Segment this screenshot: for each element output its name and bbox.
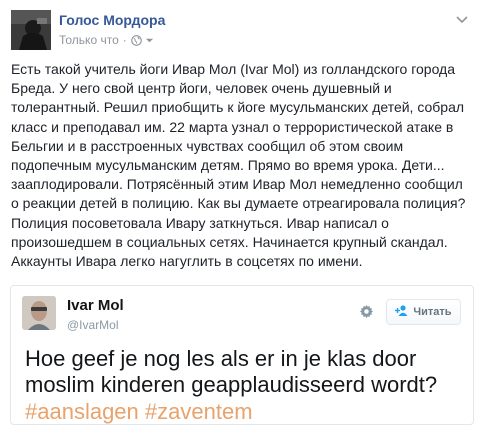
tweet-hashtags: #aanslagen #zaventem	[25, 399, 253, 425]
page-avatar[interactable]	[11, 10, 51, 50]
hashtag-link[interactable]: #aanslagen	[25, 399, 139, 424]
globe-icon[interactable]	[130, 34, 142, 46]
post-meta: Только что ·	[59, 33, 154, 47]
facebook-post: Голос Мордора Только что · Есть такой уч…	[0, 0, 484, 431]
post-text: Есть такой учитель йоги Ивар Мол (Ivar M…	[11, 61, 466, 270]
embedded-tweet[interactable]: Ivar Mol @IvarMol Читать Hoe geef je nog…	[10, 285, 474, 425]
page-name-link[interactable]: Голос Мордора	[59, 12, 165, 28]
tweet-avatar-image	[22, 296, 56, 330]
add-user-icon	[395, 305, 409, 319]
audience-dropdown-icon[interactable]	[145, 36, 154, 45]
page-avatar-image	[11, 10, 51, 50]
tweet-text: Hoe geef je nog les als er in je klas do…	[25, 346, 438, 397]
follow-button-label: Читать	[413, 306, 452, 318]
tweet-author-name[interactable]: Ivar Mol	[67, 297, 124, 314]
meta-separator: ·	[122, 33, 127, 47]
hashtag-link[interactable]: #zaventem	[145, 399, 253, 424]
tweet-avatar[interactable]	[22, 296, 56, 330]
tweet-author-handle[interactable]: @IvarMol	[67, 318, 119, 332]
gear-icon[interactable]	[358, 303, 374, 319]
chevron-down-icon[interactable]	[454, 12, 470, 28]
post-timestamp[interactable]: Только что	[59, 33, 119, 47]
follow-button[interactable]: Читать	[386, 299, 461, 325]
